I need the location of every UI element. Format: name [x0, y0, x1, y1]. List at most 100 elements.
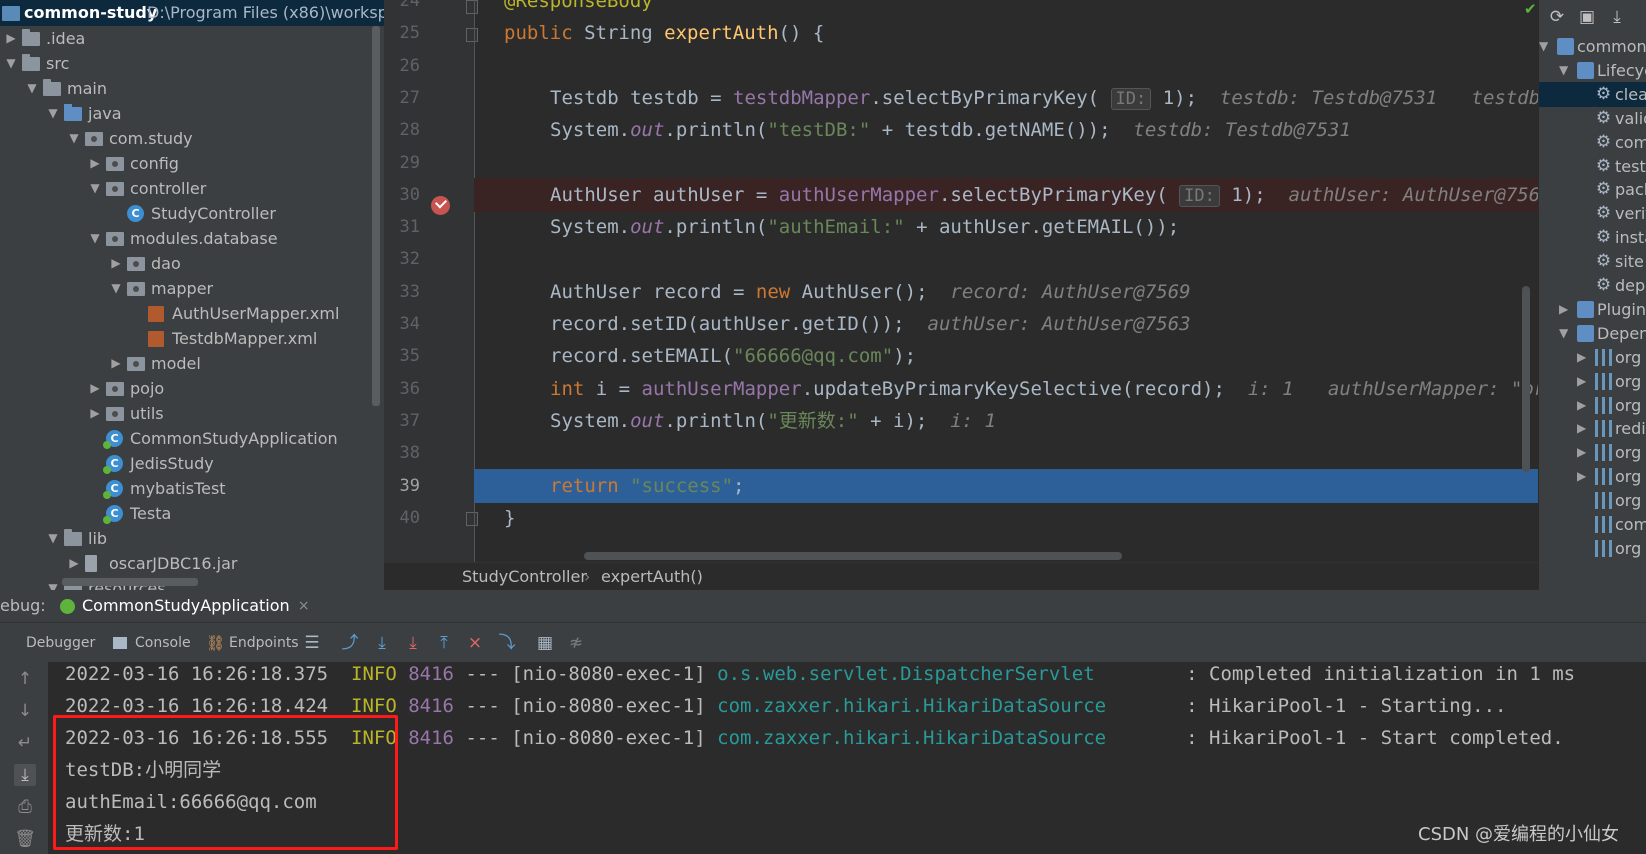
close-icon[interactable]: × — [298, 590, 310, 622]
step-over-icon[interactable]: ⤓ — [371, 632, 393, 654]
code-line[interactable]: public String expertAuth() { — [474, 16, 1538, 50]
tree-item[interactable]: ▶ .idea — [0, 26, 372, 51]
tree-item[interactable]: AuthUserMapper.xml — [0, 301, 372, 326]
chevron-right-icon[interactable]: ▶ — [1577, 369, 1586, 394]
chevron-right-icon[interactable]: ▶ — [88, 151, 102, 176]
line-number[interactable]: 29 — [384, 146, 474, 180]
tree-item[interactable]: ▼ main — [0, 76, 372, 101]
maven-tree-item[interactable]: ⚙deploy — [1539, 273, 1646, 298]
maven-tree-item[interactable]: ▼ common — [1539, 34, 1646, 59]
tree-item[interactable]: C Testa — [0, 501, 372, 526]
line-number[interactable]: 27 — [384, 81, 474, 115]
chevron-down-icon[interactable]: ▼ — [46, 576, 60, 590]
maven-tree-item[interactable]: ▶ org — [1539, 369, 1646, 394]
maven-tree-item[interactable]: ▼ Dependencies — [1539, 321, 1646, 346]
maven-tree-item[interactable]: org — [1539, 536, 1646, 561]
chevron-right-icon[interactable]: ▶ — [4, 26, 18, 51]
maven-tree-item[interactable]: ⚙ site — [1539, 249, 1646, 274]
maven-tree-item[interactable]: ▶ org — [1539, 345, 1646, 370]
step-out-icon[interactable]: ⤒ — [433, 632, 455, 654]
chevron-down-icon[interactable]: ▼ — [88, 176, 102, 201]
tree-item[interactable]: ▶ pojo — [0, 376, 372, 401]
chevron-right-icon[interactable]: ▶ — [1559, 297, 1568, 322]
line-number[interactable]: 28 — [384, 113, 474, 147]
chevron-right-icon[interactable]: ▶ — [88, 401, 102, 426]
line-number[interactable]: 26 — [384, 49, 474, 83]
tree-item[interactable]: ▼ java — [0, 101, 372, 126]
code-area[interactable]: @ResponseBody public String expertAuth() … — [474, 0, 1538, 562]
maven-tree-item[interactable]: ⚙compile — [1539, 130, 1646, 155]
editor-horizontal-scrollbar[interactable] — [584, 552, 1122, 560]
debug-session-tab[interactable]: CommonStudyApplication × — [54, 590, 312, 622]
tree-item[interactable]: ▼ modules.database — [0, 226, 372, 251]
code-line[interactable]: @ResponseBody — [474, 0, 1538, 18]
chevron-down-icon[interactable]: ▼ — [4, 51, 18, 76]
line-number[interactable]: 31 — [384, 210, 474, 244]
maven-tree-item[interactable]: ⚙package — [1539, 177, 1646, 202]
maven-tree-item[interactable]: ▼ Lifecycle — [1539, 58, 1646, 83]
code-line[interactable]: System.out.println("authEmail:" + authUs… — [474, 210, 1538, 244]
chevron-down-icon[interactable]: ▼ — [1539, 34, 1548, 59]
soft-wrap-icon[interactable]: ↵ — [14, 732, 36, 754]
code-line[interactable]: System.out.println("testDB:" + testdb.ge… — [474, 113, 1538, 147]
chevron-right-icon[interactable]: ▶ — [1577, 416, 1586, 441]
chevron-right-icon[interactable]: ▶ — [1577, 464, 1586, 489]
scroll-down-icon[interactable]: ↓ — [14, 700, 36, 722]
line-number[interactable]: 34 — [384, 307, 474, 341]
tree-item[interactable]: ▶ model — [0, 351, 372, 376]
chevron-right-icon[interactable]: ▶ — [109, 351, 123, 376]
code-line[interactable]: AuthUser record = new AuthUser(); record… — [474, 275, 1538, 309]
maven-tree-item[interactable]: ▶ org — [1539, 464, 1646, 489]
line-number[interactable]: 35 — [384, 339, 474, 373]
maven-tree-item[interactable]: ▶ Plugins — [1539, 297, 1646, 322]
inspection-ok-icon[interactable]: ✔ — [1524, 0, 1537, 18]
trace-icon[interactable]: ≉ — [565, 632, 587, 654]
tree-item[interactable]: C StudyController — [0, 201, 372, 226]
chevron-down-icon[interactable]: ▼ — [88, 226, 102, 251]
maven-tree-item[interactable]: com — [1539, 512, 1646, 537]
tree-item[interactable]: C CommonStudyApplication — [0, 426, 372, 451]
tree-item[interactable]: ▶ oscarJDBC16.jar — [0, 551, 372, 576]
drop-frame-icon[interactable]: ⨯ — [464, 632, 486, 654]
execution-line[interactable]: return "success"; — [474, 468, 1538, 503]
code-line[interactable]: record.setID(authUser.getID()); authUser… — [474, 307, 1538, 341]
chevron-down-icon[interactable]: ▼ — [1559, 58, 1568, 83]
code-line[interactable] — [474, 436, 1538, 470]
line-number[interactable]: 36 — [384, 372, 474, 406]
tree-item[interactable]: ▶ config — [0, 151, 372, 176]
tree-vertical-scrollbar[interactable] — [372, 26, 380, 406]
line-number[interactable]: 33 — [384, 275, 474, 309]
breadcrumb-method[interactable]: expertAuth() — [601, 563, 703, 591]
tree-item[interactable]: TestdbMapper.xml — [0, 326, 372, 351]
editor-gutter[interactable]: 24 25 26 27 28 29 30 31 32 33 34 35 36 37 38 39 40 — [384, 0, 478, 562]
tree-item[interactable]: ▼ lib — [0, 526, 372, 551]
chevron-down-icon[interactable]: ▼ — [46, 526, 60, 551]
tree-item[interactable]: ▶ utils — [0, 401, 372, 426]
line-number[interactable]: 30 — [384, 178, 474, 212]
maven-tree-item[interactable]: ⚙verify — [1539, 201, 1646, 226]
tree-item[interactable]: ▶ dao — [0, 251, 372, 276]
code-line[interactable] — [474, 242, 1538, 276]
project-header[interactable]: common-study D:\Program Files (x86)\work… — [0, 0, 384, 26]
chevron-down-icon[interactable]: ▼ — [46, 101, 60, 126]
chevron-right-icon[interactable]: ▶ — [1577, 345, 1586, 370]
maven-tree-item[interactable]: ⚙validate — [1539, 106, 1646, 131]
scroll-up-icon[interactable]: ↑ — [14, 668, 36, 690]
code-line[interactable]: int i = authUserMapper.updateByPrimaryKe… — [474, 372, 1538, 406]
show-execution-point-icon[interactable]: ⤴ — [339, 632, 361, 654]
tab-debugger[interactable]: Debugger — [26, 623, 95, 663]
maven-tree-item[interactable]: org — [1539, 488, 1646, 513]
chevron-down-icon[interactable]: ▼ — [67, 126, 81, 151]
maven-tree-item[interactable]: ⚙install — [1539, 225, 1646, 250]
breakpoint-line[interactable]: AuthUser authUser = authUserMapper.selec… — [474, 177, 1538, 212]
chevron-down-icon[interactable]: ▼ — [25, 76, 39, 101]
chevron-right-icon[interactable]: ▶ — [109, 251, 123, 276]
maven-tree-item[interactable]: ▶ org — [1539, 440, 1646, 465]
line-number[interactable]: 24 — [384, 0, 474, 18]
chevron-down-icon[interactable]: ▼ — [109, 276, 123, 301]
run-to-cursor-icon[interactable]: ⤵ — [496, 632, 518, 654]
breadcrumb-class[interactable]: StudyController — [462, 563, 587, 591]
log-logger[interactable]: o.s.web.servlet.DispatcherServlet — [717, 663, 1175, 685]
add-maven-project-icon[interactable]: ▣ — [1577, 6, 1597, 28]
clear-all-icon[interactable]: 🗑 — [14, 828, 36, 850]
